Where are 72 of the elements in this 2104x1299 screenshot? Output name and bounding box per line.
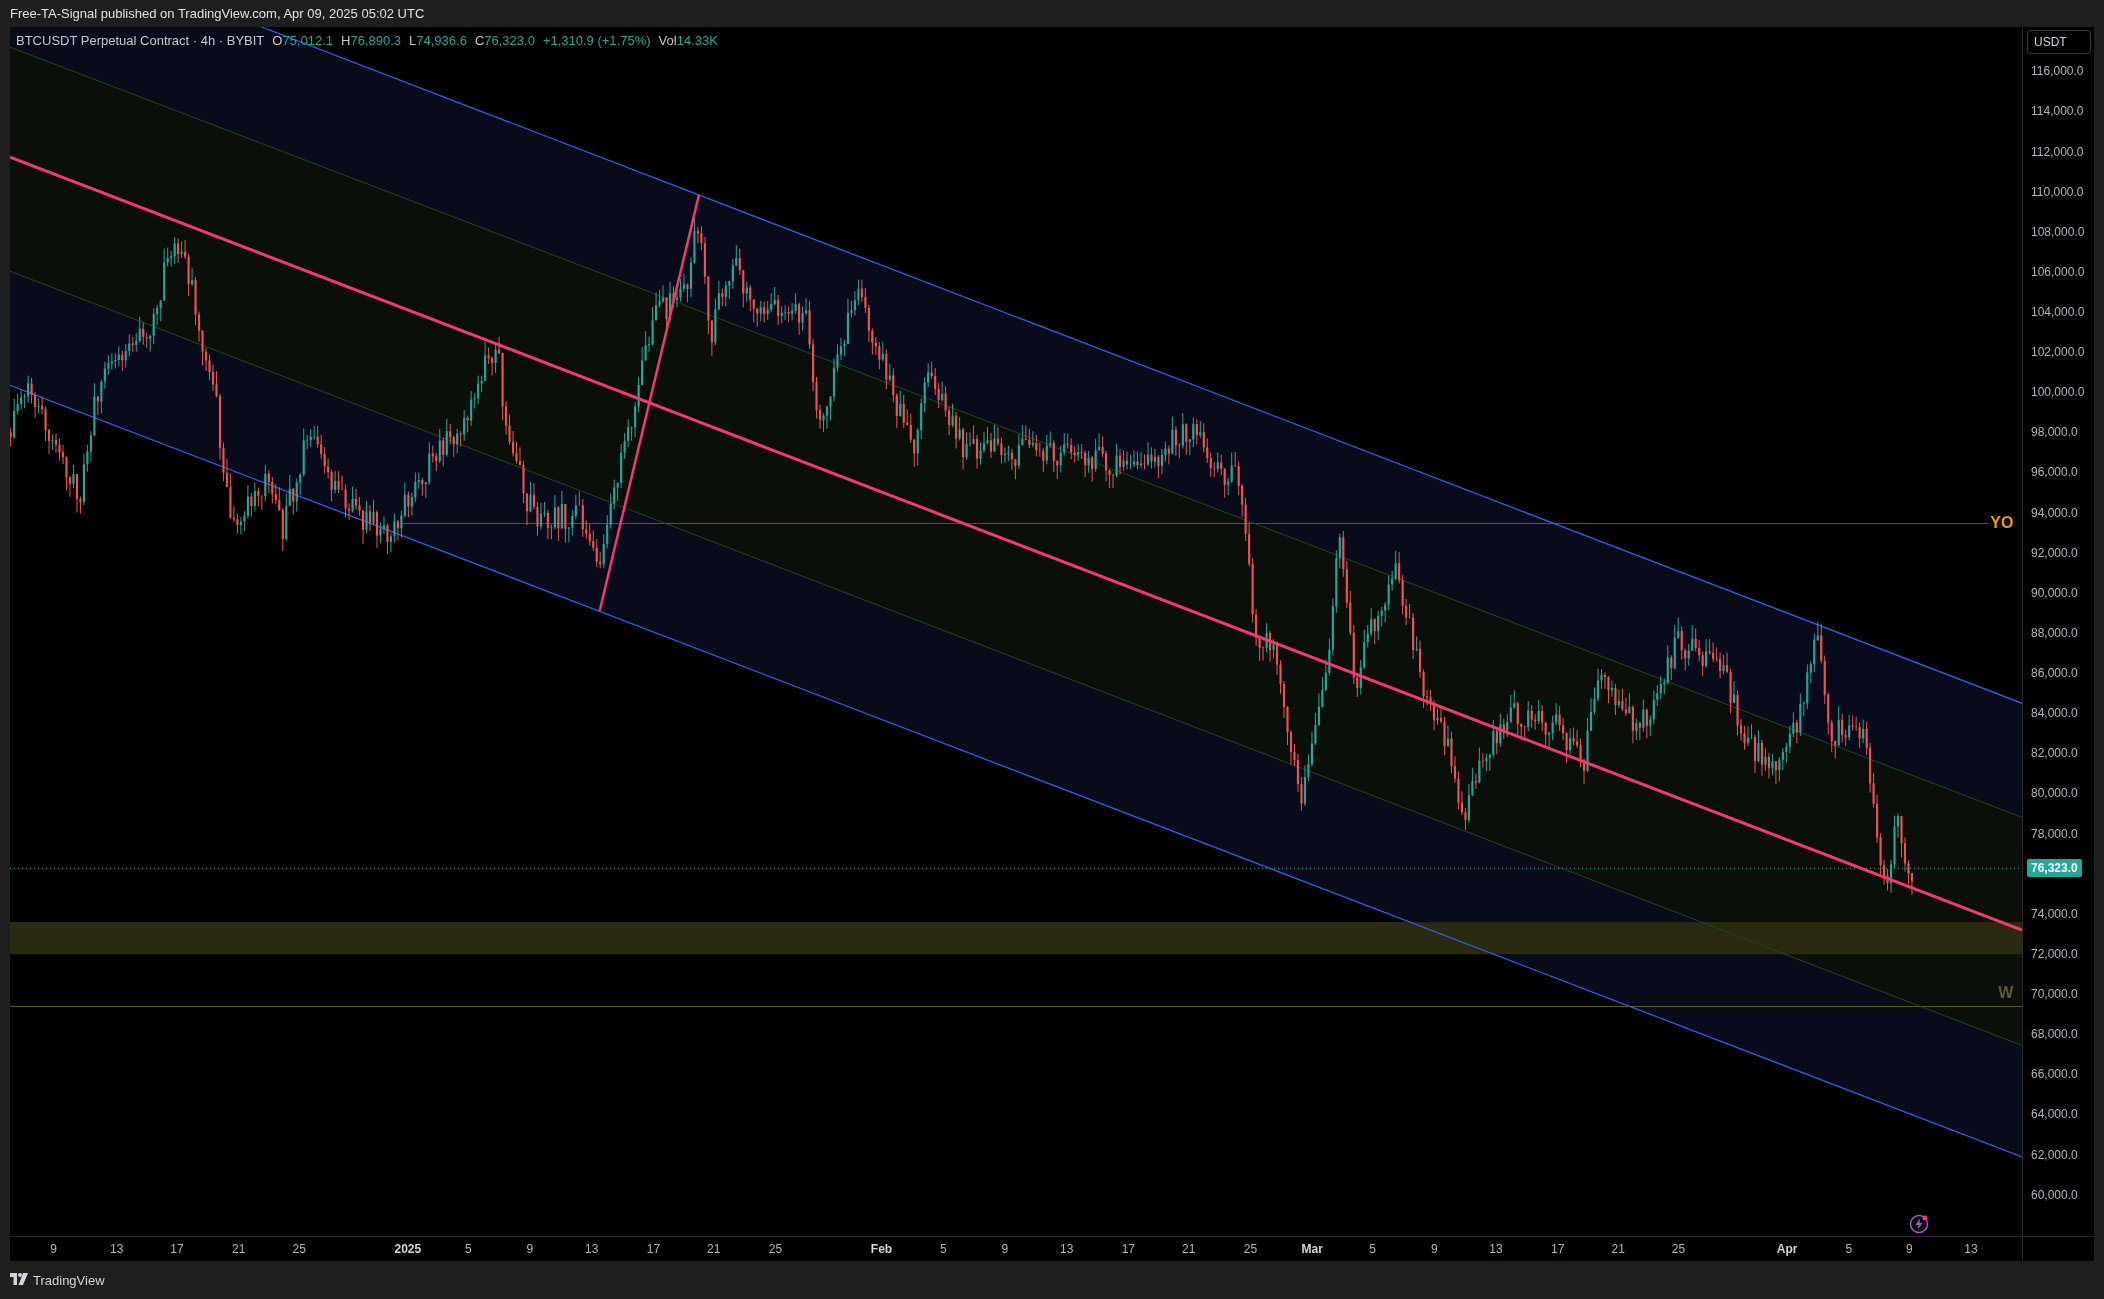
time-tick: 21 <box>707 1242 721 1256</box>
time-tick: 25 <box>292 1242 306 1256</box>
level-label: W <box>1998 984 2014 1003</box>
time-tick: 5 <box>939 1242 947 1256</box>
time-tick: Feb <box>870 1242 893 1256</box>
time-tick: 17 <box>170 1242 184 1256</box>
time-tick: 13 <box>585 1242 599 1256</box>
price-tick: 90,000.0 <box>2031 585 2078 600</box>
tradingview-logo-icon <box>10 1273 28 1287</box>
time-tick: 25 <box>1243 1242 1258 1256</box>
price-tick: 88,000.0 <box>2031 625 2078 640</box>
time-tick: 17 <box>646 1242 661 1256</box>
ohlc-value: H76,890.3 <box>341 33 402 48</box>
price-tick: 106,000.0 <box>2031 264 2085 279</box>
brand-name: TradingView <box>33 1272 105 1288</box>
ohlc-value: L74,936.6 <box>409 33 467 48</box>
symbol-title: BTCUSDT Perpetual Contract · 4h · BYBIT <box>16 33 265 48</box>
price-tick: 98,000.0 <box>2031 425 2078 440</box>
time-tick: 13 <box>1060 1242 1074 1256</box>
time-tick: 13 <box>110 1242 124 1256</box>
time-tick: Mar <box>1301 1242 1323 1256</box>
time-tick: 2025 <box>394 1242 422 1256</box>
price-change: +1,310.9 (+1.75%) <box>542 33 651 48</box>
ohlc-value: C76,323.0 <box>474 33 535 48</box>
currency-button[interactable]: USDT <box>2027 30 2091 54</box>
price-tick: 114,000.0 <box>2031 104 2084 119</box>
time-tick: 9 <box>50 1242 57 1256</box>
price-tick: 116,000.0 <box>2031 64 2084 79</box>
time-tick: 5 <box>1845 1242 1853 1256</box>
price-tick: 74,000.0 <box>2031 906 2078 921</box>
price-tick: 92,000.0 <box>2031 545 2078 560</box>
time-tick: 21 <box>1182 1242 1196 1256</box>
price-tick: 66,000.0 <box>2031 1067 2078 1082</box>
price-tick: 80,000.0 <box>2031 786 2078 801</box>
time-tick: 13 <box>1964 1242 1978 1256</box>
price-tick: 70,000.0 <box>2031 987 2078 1002</box>
price-tick: 102,000.0 <box>2031 345 2085 360</box>
price-tick: 72,000.0 <box>2031 946 2078 961</box>
time-tick: 9 <box>1430 1242 1438 1256</box>
time-tick: 9 <box>526 1242 534 1256</box>
time-tick: 25 <box>768 1242 783 1256</box>
time-tick: 25 <box>1671 1242 1686 1256</box>
time-tick: 5 <box>1369 1242 1376 1256</box>
price-tick: 86,000.0 <box>2031 666 2078 681</box>
price-tick: 112,000.0 <box>2031 144 2084 159</box>
price-tick: 68,000.0 <box>2031 1027 2078 1042</box>
price-tick: 94,000.0 <box>2031 505 2078 520</box>
price-tick: 78,000.0 <box>2031 826 2078 841</box>
time-tick: 21 <box>232 1242 246 1256</box>
price-tick: 64,000.0 <box>2031 1107 2078 1122</box>
price-tick: 60,000.0 <box>2031 1187 2078 1202</box>
price-tick: 110,000.0 <box>2031 184 2084 199</box>
time-tick: 9 <box>1001 1242 1009 1256</box>
price-tick: 84,000.0 <box>2031 706 2078 721</box>
time-tick: 17 <box>1121 1242 1136 1256</box>
price-tick: 62,000.0 <box>2031 1147 2078 1162</box>
time-tick: 9 <box>1905 1242 1913 1256</box>
price-tick: 82,000.0 <box>2031 746 2078 761</box>
price-tick: 104,000.0 <box>2031 305 2085 319</box>
volume-value: Vol14.33K <box>658 33 718 48</box>
lightning-icon[interactable] <box>1909 1214 1929 1234</box>
price-tick: 108,000.0 <box>2031 224 2085 239</box>
time-tick: 5 <box>464 1242 472 1256</box>
publisher-caption: Free-TA-Signal published on TradingView.com, Apr 09, 2025 05:02 UTC <box>10 6 425 21</box>
time-tick: 13 <box>1489 1242 1503 1256</box>
time-tick: 21 <box>1611 1242 1625 1256</box>
price-tick: 96,000.0 <box>2031 465 2078 480</box>
price-tick: 100,000.0 <box>2031 385 2085 400</box>
level-label: YO <box>1990 514 2014 533</box>
last-price-badge: 76,323.0 <box>2027 859 2082 878</box>
time-tick: Apr <box>1776 1242 1798 1256</box>
time-tick: 17 <box>1551 1242 1565 1256</box>
